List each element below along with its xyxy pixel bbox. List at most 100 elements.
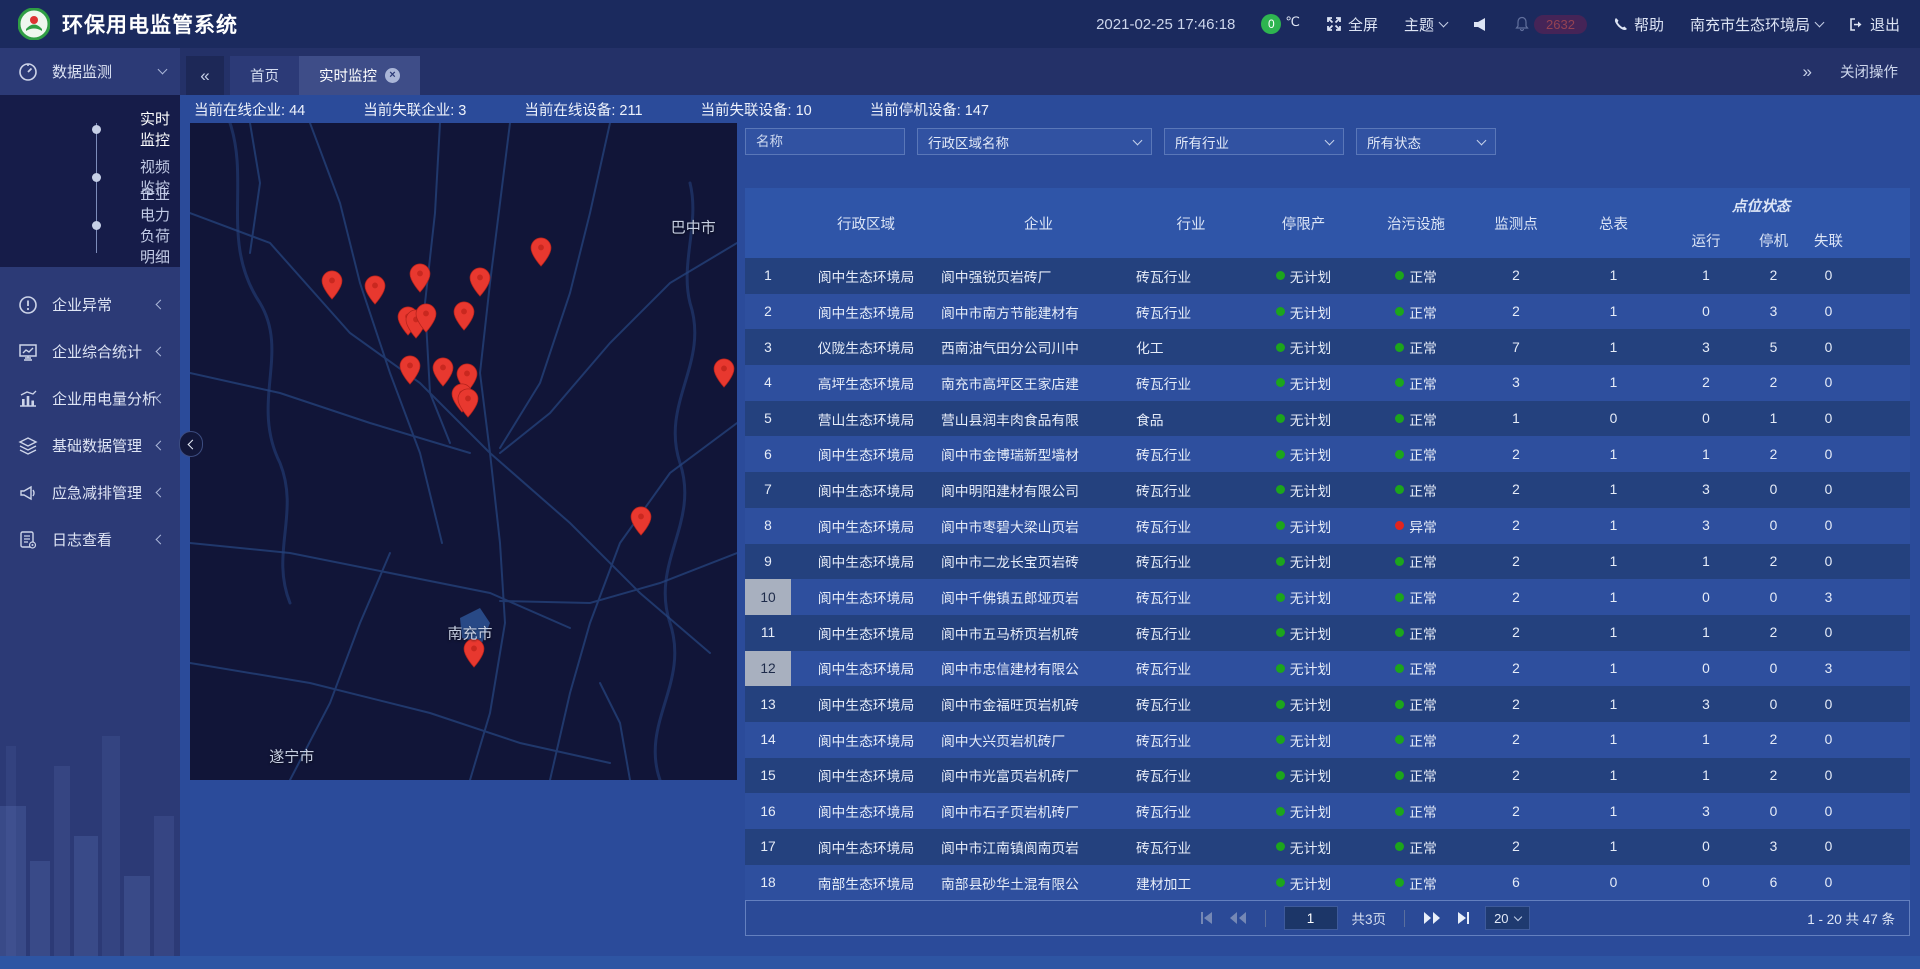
- col-header-point-status-group: 点位状态 运行 停机 失联: [1666, 188, 1856, 258]
- row-running-cell: 1: [1666, 758, 1746, 794]
- status-dot-icon: [1395, 450, 1404, 459]
- status-dot-icon: [1395, 842, 1404, 851]
- name-filter-input[interactable]: [745, 128, 905, 155]
- map-pin-icon[interactable]: [321, 270, 343, 300]
- table-row[interactable]: 17 阆中生态环境局 阆中市江南镇阆南页岩 砖瓦行业 无计划 正常 2 1 0 …: [745, 829, 1910, 865]
- sidebar-item-basic-data[interactable]: 基础数据管理: [0, 422, 180, 469]
- row-industry-cell: 砖瓦行业: [1136, 651, 1246, 687]
- next-page-button[interactable]: [1423, 911, 1441, 925]
- table-row[interactable]: 11 阆中生态环境局 阆中市五马桥页岩机砖 砖瓦行业 无计划 正常 2 1 1 …: [745, 615, 1910, 651]
- row-lost-cell: 0: [1801, 258, 1856, 294]
- table-row[interactable]: 3 仪陇生态环境局 西南油气田分公司川中 化工 无计划 正常 7 1 3 5 0: [745, 329, 1910, 365]
- notifications[interactable]: 2632: [1514, 15, 1587, 34]
- logout-button[interactable]: 退出: [1849, 14, 1900, 35]
- table-row[interactable]: 16 阆中生态环境局 阆中市石子页岩机砖厂 砖瓦行业 无计划 正常 2 1 3 …: [745, 793, 1910, 829]
- sidebar-item-log-view[interactable]: 日志查看: [0, 516, 180, 563]
- sidebar-item-emergency-reduction[interactable]: 应急减排管理: [0, 469, 180, 516]
- row-industry-cell: 砖瓦行业: [1136, 258, 1246, 294]
- row-monitor-points-cell: 2: [1471, 258, 1561, 294]
- map-pin-icon[interactable]: [364, 275, 386, 305]
- map-pin-icon[interactable]: [469, 267, 491, 297]
- status-dot-icon: [1276, 628, 1285, 637]
- map-pin-icon[interactable]: [457, 388, 479, 418]
- tab-scroll-right-button[interactable]: »: [1803, 62, 1812, 82]
- row-stop-production-cell: 无计划: [1246, 329, 1361, 365]
- map-pin-icon[interactable]: [713, 358, 735, 388]
- row-stop-production-cell: 无计划: [1246, 686, 1361, 722]
- map-pin-icon[interactable]: [630, 506, 652, 536]
- row-index-cell: 12: [745, 651, 791, 687]
- table-row[interactable]: 18 南部生态环境局 南部县砂华土混有限公 建材加工 无计划 正常 6 0 0 …: [745, 865, 1910, 900]
- row-monitor-points-cell: 2: [1471, 579, 1561, 615]
- top-header: 环保用电监管系统 2021-02-25 17:46:18 0 ℃ 全屏: [0, 0, 1920, 48]
- sidebar-item-realtime-monitor[interactable]: 实时监控: [0, 105, 180, 153]
- row-running-cell: 0: [1666, 651, 1746, 687]
- row-region-cell: 阆中生态环境局: [791, 758, 941, 794]
- table-row[interactable]: 5 营山生态环境局 营山县润丰肉食品有限 食品 无计划 正常 1 0 0 1 0: [745, 401, 1910, 437]
- row-index-cell: 11: [745, 615, 791, 651]
- industry-filter-select[interactable]: 所有行业: [1164, 128, 1344, 155]
- table-row[interactable]: 15 阆中生态环境局 阆中市光富页岩机砖厂 砖瓦行业 无计划 正常 2 1 1 …: [745, 758, 1910, 794]
- table-row[interactable]: 7 阆中生态环境局 阆中明阳建材有限公司 砖瓦行业 无计划 正常 2 1 3 0…: [745, 472, 1910, 508]
- status-dot-icon: [1276, 521, 1285, 530]
- org-dropdown[interactable]: 南充市生态环境局: [1690, 14, 1823, 35]
- map-pin-icon[interactable]: [399, 355, 421, 385]
- map-pin-icon[interactable]: [453, 301, 475, 331]
- theme-dropdown[interactable]: 主题: [1404, 14, 1447, 35]
- row-total-meter-cell: 1: [1561, 294, 1666, 330]
- row-company-cell: 阆中市金博瑞新型墙材: [941, 436, 1136, 472]
- map-panel[interactable]: 巴中市南充市遂宁市: [190, 123, 737, 780]
- table-row[interactable]: 14 阆中生态环境局 阆中大兴页岩机砖厂 砖瓦行业 无计划 正常 2 1 1 2…: [745, 722, 1910, 758]
- map-pin-icon[interactable]: [530, 237, 552, 267]
- table-row[interactable]: 13 阆中生态环境局 阆中市金福旺页岩机砖 砖瓦行业 无计划 正常 2 1 3 …: [745, 686, 1910, 722]
- table-row[interactable]: 10 阆中生态环境局 阆中千佛镇五郎垭页岩 砖瓦行业 无计划 正常 2 1 0 …: [745, 579, 1910, 615]
- status-filter-select[interactable]: 所有状态: [1356, 128, 1496, 155]
- sidebar-item-enterprise-abnormal[interactable]: 企业异常: [0, 281, 180, 328]
- sidebar-item-data-monitor[interactable]: 数据监测: [0, 48, 180, 95]
- close-operations-button[interactable]: 关闭操作: [1840, 61, 1898, 82]
- page-number-input[interactable]: [1284, 906, 1338, 930]
- table-row[interactable]: 4 高坪生态环境局 南充市高坪区王家店建 砖瓦行业 无计划 正常 3 1 2 2…: [745, 365, 1910, 401]
- map-pin-icon[interactable]: [409, 263, 431, 293]
- row-stopped-cell: 6: [1746, 865, 1801, 900]
- last-page-button[interactable]: [1455, 911, 1471, 925]
- map-pin-icon[interactable]: [415, 303, 437, 333]
- fullscreen-button[interactable]: 全屏: [1326, 14, 1378, 35]
- row-running-cell: 0: [1666, 865, 1746, 900]
- mute-button[interactable]: [1473, 17, 1488, 32]
- row-lost-cell: 0: [1801, 865, 1856, 900]
- row-running-cell: 3: [1666, 793, 1746, 829]
- row-pollution-facility-cell: 正常: [1361, 793, 1471, 829]
- row-index-cell: 3: [745, 329, 791, 365]
- table-row[interactable]: 8 阆中生态环境局 阆中市枣碧大梁山页岩 砖瓦行业 无计划 异常 2 1 3 0…: [745, 508, 1910, 544]
- row-lost-cell: 0: [1801, 294, 1856, 330]
- map-city-label: 南充市: [448, 622, 493, 643]
- region-filter-select[interactable]: 行政区域名称: [917, 128, 1152, 155]
- sidebar-item-power-load-detail[interactable]: 企业电力负荷明细: [0, 201, 180, 249]
- row-running-cell: 2: [1666, 365, 1746, 401]
- sidebar-item-enterprise-statistics[interactable]: 企业综合统计: [0, 328, 180, 375]
- table-row[interactable]: 9 阆中生态环境局 阆中市二龙长宝页岩砖 砖瓦行业 无计划 正常 2 1 1 2…: [745, 544, 1910, 580]
- table-row[interactable]: 12 阆中生态环境局 阆中市忠信建材有限公 砖瓦行业 无计划 正常 2 1 0 …: [745, 651, 1910, 687]
- first-page-button[interactable]: [1199, 911, 1215, 925]
- panel-collapse-button[interactable]: [179, 431, 203, 457]
- help-button[interactable]: 帮助: [1613, 14, 1664, 35]
- sidebar-item-power-analysis[interactable]: 企业用电量分析: [0, 375, 180, 422]
- close-tab-icon[interactable]: ×: [385, 68, 400, 83]
- page-size-select[interactable]: 20: [1485, 906, 1529, 930]
- bullet-dot-icon: [92, 173, 101, 182]
- row-company-cell: 阆中市枣碧大梁山页岩: [941, 508, 1136, 544]
- stat-offline-devices: 当前失联设备: 10: [701, 99, 812, 120]
- table-row[interactable]: 1 阆中生态环境局 阆中强锐页岩砖厂 砖瓦行业 无计划 正常 2 1 1 2 0: [745, 258, 1910, 294]
- tab-scroll-left-button[interactable]: «: [186, 56, 224, 95]
- table-row[interactable]: 6 阆中生态环境局 阆中市金博瑞新型墙材 砖瓦行业 无计划 正常 2 1 1 2…: [745, 436, 1910, 472]
- tab-home[interactable]: 首页: [230, 56, 299, 95]
- prev-page-button[interactable]: [1229, 911, 1247, 925]
- status-dot-icon: [1276, 807, 1285, 816]
- row-lost-cell: 3: [1801, 579, 1856, 615]
- row-running-cell: 1: [1666, 544, 1746, 580]
- row-lost-cell: 3: [1801, 651, 1856, 687]
- table-row[interactable]: 2 阆中生态环境局 阆中市南方节能建材有 砖瓦行业 无计划 正常 2 1 0 3…: [745, 294, 1910, 330]
- status-dot-icon: [1395, 878, 1404, 887]
- tab-realtime-monitor[interactable]: 实时监控 ×: [299, 56, 420, 95]
